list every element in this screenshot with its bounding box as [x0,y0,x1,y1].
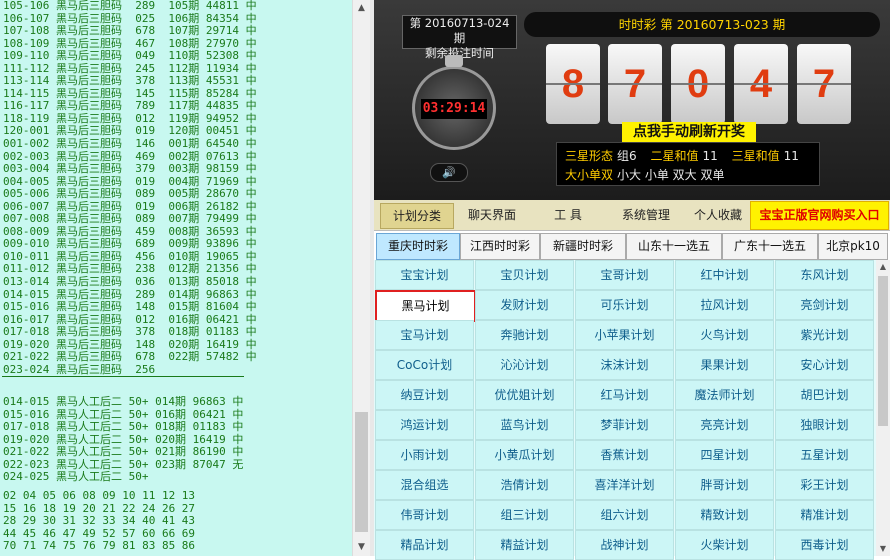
plan-button[interactable]: 东风计划 [775,260,874,290]
buy-link[interactable]: 宝宝正版官网购买入口 [750,201,889,230]
plan-button[interactable]: 果果计划 [675,350,774,380]
plan-button[interactable]: 胖哥计划 [675,470,774,500]
scroll-up-icon[interactable]: ▲ [353,0,370,17]
plan-button[interactable]: 安心计划 [775,350,874,380]
plan-button[interactable]: 宝马计划 [375,320,474,350]
stat-label: 大小单双 [565,168,614,182]
draw-digit-1: 8 [546,44,600,124]
tab-tools[interactable]: 工 具 [532,203,604,227]
plan-button[interactable]: 可乐计划 [575,290,674,320]
black-horse-hou2-results: 014-015 黑马人工后二 50+ 014期 96863 中 015-016 … [3,395,244,484]
plan-button[interactable]: 发财计划 [475,290,574,320]
scroll-up-icon[interactable]: ▲ [876,260,890,274]
plan-button[interactable]: 彩王计划 [775,470,874,500]
plan-button[interactable]: 魔法师计划 [675,380,774,410]
plan-button[interactable]: 宝贝计划 [475,260,574,290]
plan-button[interactable]: 精准计划 [775,500,874,530]
plan-button[interactable]: 四星计划 [675,440,774,470]
plan-button[interactable]: 火鸟计划 [675,320,774,350]
plan-button[interactable]: 宝宝计划 [375,260,474,290]
scroll-down-icon[interactable]: ▼ [353,539,370,556]
stopwatch-icon: 03:29:14 [412,55,496,150]
grid-scrollbar[interactable]: ▲ ▼ [876,260,890,556]
plan-button[interactable]: 梦菲计划 [575,410,674,440]
tab-xinjiang-ssc[interactable]: 新疆时时彩 [540,233,626,260]
scroll-thumb[interactable] [355,412,368,532]
plan-button[interactable]: 精致计划 [675,500,774,530]
next-period: 第 20160713-024 期 [409,16,510,45]
plan-button[interactable]: 红马计划 [575,380,674,410]
number-pool: 02 04 05 06 08 09 10 11 12 13 15 16 18 1… [3,489,196,553]
stat-value: 组6 [617,149,637,163]
plan-grid: 宝宝计划 宝贝计划 宝哥计划 红中计划 东风计划黑马计划 发财计划 可乐计划 拉风计划 亮剑计划… [374,260,876,560]
draw-digit-3: 0 [671,44,725,124]
speaker-icon[interactable]: 🔊 [430,163,468,182]
tab-chat[interactable]: 聊天界面 [454,203,530,227]
scroll-thumb[interactable] [878,276,888,426]
plan-button[interactable]: 红中计划 [675,260,774,290]
plan-button[interactable]: 五星计划 [775,440,874,470]
draw-digit-2: 7 [608,44,662,124]
scroll-down-icon[interactable]: ▼ [876,542,890,556]
tab-beijing-pk10[interactable]: 北京pk10 [818,233,888,260]
plan-button[interactable]: 鸿运计划 [375,410,474,440]
plan-button[interactable]: 小雨计划 [375,440,474,470]
draw-digit-5: 7 [797,44,851,124]
tab-plan-category[interactable]: 计划分类 [380,203,454,229]
tab-guangdong-11x5[interactable]: 广东十一选五 [722,233,818,260]
plan-button[interactable]: CoCo计划 [375,350,474,380]
lottery-display: 第 20160713-024 期 剩余投注时间 03:29:14 🔊 时时彩 第… [374,0,890,200]
plan-button[interactable]: 优优姐计划 [475,380,574,410]
plan-button[interactable]: 蓝鸟计划 [475,410,574,440]
stat-value: 小大 小单 双大 双单 [617,168,725,182]
plan-button[interactable]: 纳豆计划 [375,380,474,410]
draw-digit-4: 4 [734,44,788,124]
main-menu: 计划分类 聊天界面 工 具 系统管理 个人收藏 宝宝正版官网购买入口 [374,200,890,231]
stat-value: 11 [783,149,799,163]
plan-button[interactable]: 亮剑计划 [775,290,874,320]
plan-button[interactable]: 伟哥计划 [375,500,474,530]
refresh-draw-button[interactable]: 点我手动刷新开奖 [622,122,756,142]
tab-jiangxi-ssc[interactable]: 江西时时彩 [460,233,540,260]
tab-favorites[interactable]: 个人收藏 [688,203,748,227]
plan-button[interactable]: 亮亮计划 [675,410,774,440]
stats-row-2: 大小单双 小大 小单 双大 双单 [565,166,734,183]
plan-button[interactable]: 宝哥计划 [575,260,674,290]
black-horse-hou3-results: 105-106 黑马后三胆码 289 105期 44811 中 106-107 … [3,0,257,376]
draw-title: 时时彩 第 20160713-023 期 [524,12,880,37]
plan-button[interactable]: 拉风计划 [675,290,774,320]
left-scrollbar[interactable]: ▲ ▼ [352,0,370,556]
plan-button[interactable]: 混合组选 [375,470,474,500]
tab-system[interactable]: 系统管理 [606,203,686,227]
stat-label: 二星和值 [650,149,699,163]
plan-button[interactable]: 沫沫计划 [575,350,674,380]
tab-shandong-11x5[interactable]: 山东十一选五 [626,233,722,260]
plan-button[interactable]: 喜洋洋计划 [575,470,674,500]
stat-label: 三星和值 [731,149,780,163]
stat-label: 三星形态 [565,149,614,163]
plan-button[interactable]: 奔驰计划 [475,320,574,350]
lottery-tabs: 重庆时时彩 江西时时彩 新疆时时彩 山东十一选五 广东十一选五 北京pk10 [374,231,890,261]
stat-value: 11 [702,149,718,163]
draw-stats: 三星形态 组6 二星和值 11 三星和值 11 大小单双 小大 小单 双大 双单 [556,142,820,186]
stopwatch-stem [445,55,463,67]
tab-chongqing-ssc[interactable]: 重庆时时彩 [376,233,460,260]
plan-button[interactable]: 黑马计划 [375,290,476,322]
plan-button[interactable]: 小黄瓜计划 [475,440,574,470]
stats-row-1: 三星形态 组6 二星和值 11 三星和值 11 [565,147,809,164]
plan-button[interactable]: 沁沁计划 [475,350,574,380]
plan-button[interactable]: 独眼计划 [775,410,874,440]
next-period-box: 第 20160713-024 期 剩余投注时间 [402,15,517,60]
plan-button[interactable]: 组三计划 [475,500,574,530]
plan-button[interactable]: 紫光计划 [775,320,874,350]
plan-button[interactable]: 香蕉计划 [575,440,674,470]
plan-button[interactable]: 小苹果计划 [575,320,674,350]
countdown-display: 03:29:14 [421,99,487,119]
plan-button[interactable]: 组六计划 [575,500,674,530]
plan-button[interactable]: 浩倩计划 [475,470,574,500]
plan-results-text-panel[interactable]: 105-106 黑马后三胆码 289 105期 44811 中 106-107 … [0,0,352,556]
divider-line [2,376,244,377]
plan-button[interactable]: 胡巴计划 [775,380,874,410]
